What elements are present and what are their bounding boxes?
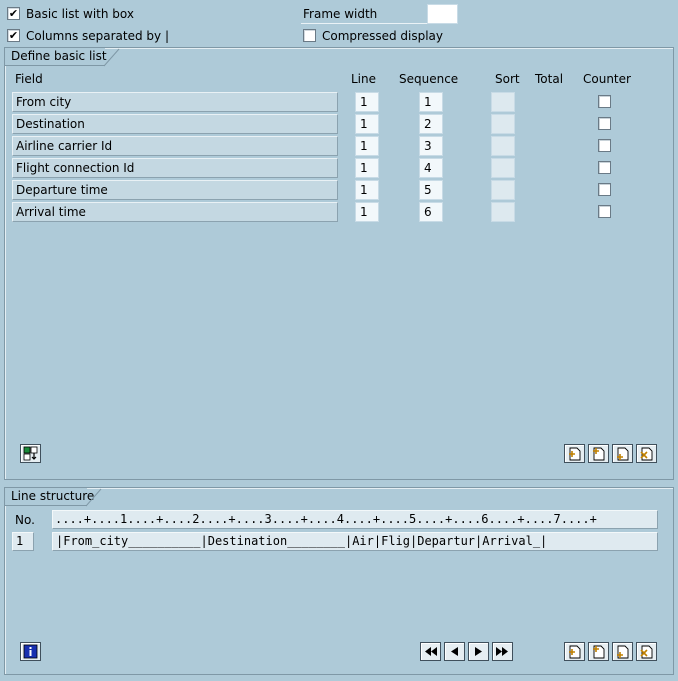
sequence-input[interactable]: 1 [419, 92, 443, 112]
frame-width-underline [301, 23, 427, 24]
delete-line-icon [640, 645, 653, 659]
previous-page-icon [451, 647, 458, 656]
field-cell: Departure time [12, 180, 338, 200]
line-input[interactable]: 1 [355, 114, 379, 134]
previous-page-button[interactable] [444, 642, 465, 661]
first-page-button[interactable] [420, 642, 441, 661]
insert-line-above-icon [593, 645, 605, 659]
sequence-input[interactable]: 2 [419, 114, 443, 134]
line-input[interactable]: 1 [355, 136, 379, 156]
insert-line-below-icon [617, 447, 629, 461]
info-button[interactable] [20, 642, 41, 661]
line-input[interactable]: 1 [355, 158, 379, 178]
sequence-input[interactable]: 6 [419, 202, 443, 222]
field-column-header: Field [15, 72, 43, 86]
field-cell: Destination [12, 114, 338, 134]
sequence-input[interactable]: 4 [419, 158, 443, 178]
sort-input[interactable] [491, 158, 515, 178]
ruler: ....+....1....+....2....+....3....+....4… [52, 510, 658, 529]
line-input[interactable]: 1 [355, 180, 379, 200]
compressed-display-checkbox[interactable] [303, 29, 316, 42]
select-fields-icon [23, 446, 38, 461]
sort-input[interactable] [491, 92, 515, 112]
insert-line-button[interactable] [564, 642, 585, 661]
counter-checkbox[interactable] [598, 139, 611, 152]
line-structure-title: Line structure [5, 488, 94, 506]
insert-line-icon [569, 447, 581, 461]
insert-line-below-button[interactable] [612, 444, 633, 463]
field-cell: From city [12, 92, 338, 112]
line-input[interactable]: 1 [355, 92, 379, 112]
total-column-header: Total [535, 72, 564, 86]
counter-checkbox[interactable] [598, 183, 611, 196]
next-page-icon [475, 647, 482, 656]
last-page-button[interactable] [492, 642, 513, 661]
columns-separated-label: Columns separated by | [26, 29, 170, 43]
frame-width-input[interactable] [427, 4, 458, 24]
field-cell: Flight connection Id [12, 158, 338, 178]
select-fields-button[interactable] [20, 444, 41, 463]
basic-list-with-box-label: Basic list with box [26, 7, 134, 21]
next-page-button[interactable] [468, 642, 489, 661]
insert-line-above-button[interactable] [588, 444, 609, 463]
basic-list-with-box-checkbox[interactable]: ✔ [7, 7, 20, 20]
sequence-column-header: Sequence [399, 72, 459, 86]
field-cell: Airline carrier Id [12, 136, 338, 156]
counter-column-header: Counter [583, 72, 631, 86]
no-column-header: No. [15, 513, 35, 527]
counter-checkbox[interactable] [598, 95, 611, 108]
delete-line-icon [640, 447, 653, 461]
insert-line-above-icon [593, 447, 605, 461]
counter-checkbox[interactable] [598, 117, 611, 130]
last-page-icon [496, 647, 508, 656]
info-icon [23, 644, 38, 659]
sort-input[interactable] [491, 114, 515, 134]
line-input[interactable]: 1 [355, 202, 379, 222]
delete-line-button[interactable] [636, 444, 657, 463]
line-number: 1 [12, 532, 34, 551]
field-cell: Arrival time [12, 202, 338, 222]
sort-input[interactable] [491, 180, 515, 200]
insert-line-below-icon [617, 645, 629, 659]
sequence-input[interactable]: 5 [419, 180, 443, 200]
insert-line-below-button[interactable] [612, 642, 633, 661]
sort-input[interactable] [491, 202, 515, 222]
sequence-input[interactable]: 3 [419, 136, 443, 156]
line-column-header: Line [351, 72, 377, 86]
sort-input[interactable] [491, 136, 515, 156]
counter-checkbox[interactable] [598, 205, 611, 218]
frame-width-label: Frame width [303, 7, 378, 21]
group-tab-corner [86, 488, 102, 507]
first-page-icon [425, 647, 437, 656]
columns-separated-checkbox[interactable]: ✔ [7, 29, 20, 42]
insert-line-above-button[interactable] [588, 642, 609, 661]
define-basic-list-title: Define basic list [5, 48, 107, 66]
group-tab-corner [104, 48, 120, 67]
delete-line-button[interactable] [636, 642, 657, 661]
compressed-display-label: Compressed display [322, 29, 444, 43]
insert-line-icon [569, 645, 581, 659]
insert-line-button[interactable] [564, 444, 585, 463]
sort-column-header: Sort [495, 72, 520, 86]
counter-checkbox[interactable] [598, 161, 611, 174]
line-structure-text[interactable]: |From_city__________|Destination________… [52, 532, 658, 551]
